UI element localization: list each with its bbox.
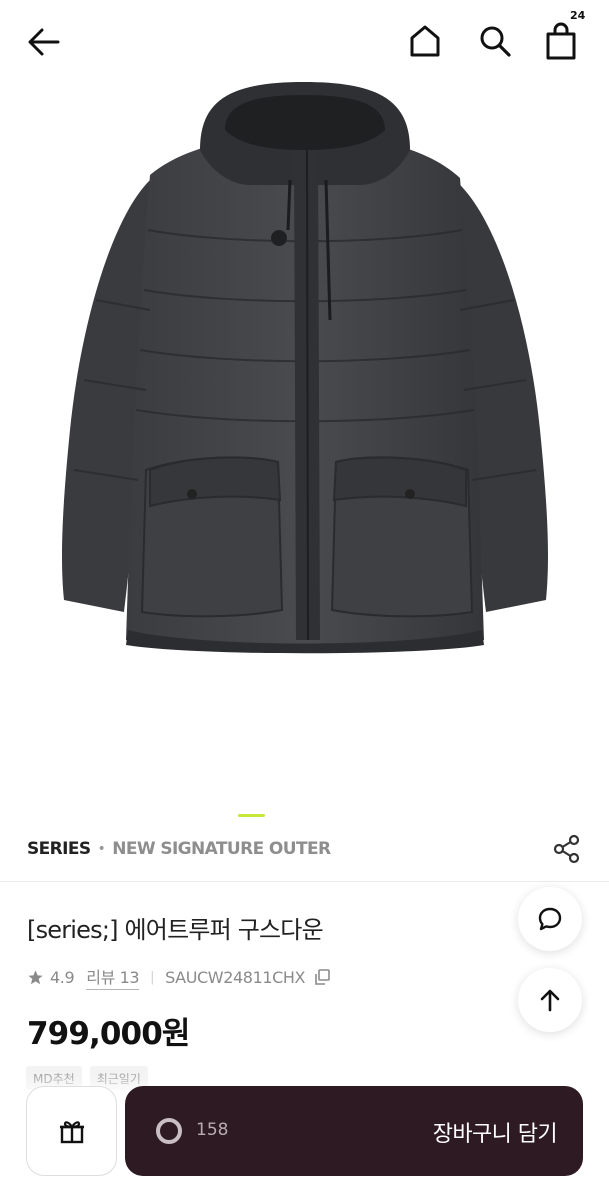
search-icon — [480, 26, 511, 57]
home-icon — [410, 25, 440, 57]
star-icon — [27, 969, 44, 986]
product-image[interactable] — [0, 80, 609, 780]
add-to-cart-button[interactable]: 158 장바구니 담기 — [125, 1086, 583, 1176]
share-icon — [553, 834, 580, 864]
category-link[interactable]: NEW SIGNATURE OUTER — [112, 839, 331, 859]
back-arrow-icon — [28, 28, 60, 56]
back-button[interactable] — [22, 20, 66, 64]
review-count-link[interactable]: 리뷰 13 — [86, 964, 140, 990]
copy-icon[interactable] — [313, 968, 331, 986]
image-pager-indicator — [238, 814, 265, 817]
breadcrumb: SERIES • NEW SIGNATURE OUTER — [27, 837, 331, 861]
home-button[interactable] — [402, 18, 448, 64]
product-price: 799,000원 — [27, 1016, 190, 1052]
product-meta-row: 4.9 리뷰 13 | SAUCW24811CHX — [27, 964, 331, 990]
gift-icon — [59, 1121, 84, 1144]
section-divider — [0, 881, 609, 882]
search-button[interactable] — [472, 18, 518, 64]
down-jacket-illustration — [62, 82, 548, 654]
scroll-to-top-button[interactable] — [518, 968, 582, 1032]
brand-link[interactable]: SERIES — [27, 839, 91, 859]
product-title: [series;] 에어트루퍼 구스다운 — [27, 916, 324, 944]
rating-value: 4.9 — [50, 967, 75, 987]
chat-bubble-icon — [538, 907, 562, 931]
breadcrumb-separator: • — [97, 841, 106, 857]
shopping-bag-icon — [546, 22, 576, 60]
chat-button[interactable] — [518, 887, 582, 951]
like-count: 158 — [196, 1120, 229, 1140]
add-to-cart-label: 장바구니 담기 — [432, 1122, 558, 1147]
like-ring-icon[interactable] — [155, 1117, 183, 1145]
top-navigation-bar: 24 — [0, 0, 609, 80]
share-button[interactable] — [550, 832, 584, 866]
meta-separator: | — [150, 969, 155, 985]
arrow-up-icon — [540, 989, 560, 1012]
cart-count-badge: 24 — [570, 9, 586, 22]
gift-button[interactable] — [26, 1086, 117, 1176]
product-code: SAUCW24811CHX — [165, 967, 306, 987]
cart-button[interactable] — [538, 18, 584, 64]
